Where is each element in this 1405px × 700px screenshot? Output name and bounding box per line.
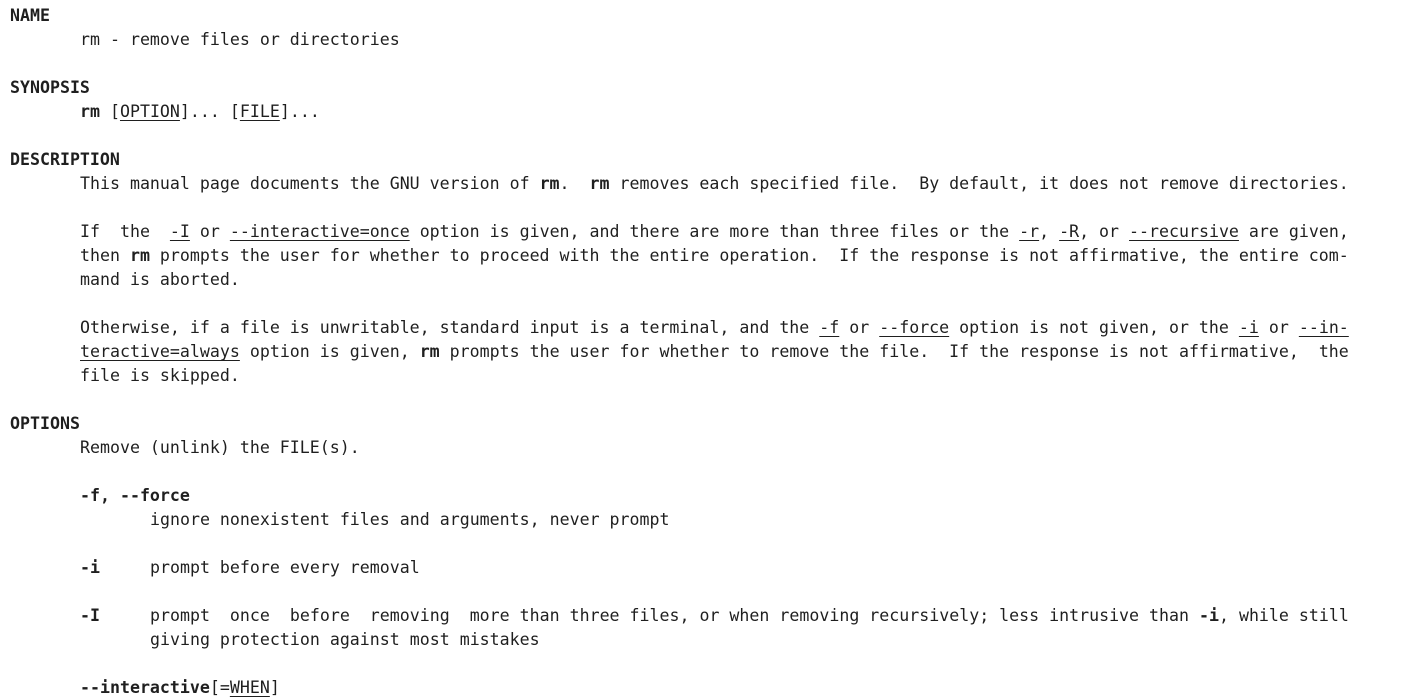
description-p3-line3: file is skipped. bbox=[80, 366, 240, 385]
text: removes each specified file. By default,… bbox=[609, 174, 1349, 193]
option-I-entry: -I prompt once before removing more than … bbox=[10, 604, 1349, 628]
text: are given, bbox=[1238, 222, 1349, 241]
text: or bbox=[839, 318, 880, 337]
option-force-flag: -f, --force bbox=[80, 486, 190, 505]
option-i-flag: -i bbox=[80, 558, 100, 577]
option-r: -r bbox=[1019, 222, 1040, 241]
synopsis-command: rm bbox=[80, 102, 100, 121]
synopsis-heading: SYNOPSIS bbox=[10, 78, 90, 97]
text: then bbox=[80, 246, 130, 265]
option-force: --force bbox=[879, 318, 950, 337]
description-p2-line2: then rm prompts the user for whether to … bbox=[10, 244, 1349, 268]
option-I-flag: -I bbox=[80, 606, 100, 625]
option-interactive-always-part2: teractive=always bbox=[80, 342, 240, 361]
option-I-desc: prompt once before removing more than th… bbox=[150, 604, 1349, 628]
text: This manual page documents the GNU versi… bbox=[80, 174, 540, 193]
synopsis-option-arg: OPTION bbox=[119, 102, 180, 121]
text: Otherwise, if a file is unwritable, stan… bbox=[80, 318, 820, 337]
text: prompts the user for whether to remove t… bbox=[439, 342, 1349, 361]
text: prompts the user for whether to proceed … bbox=[149, 246, 1349, 265]
text: or bbox=[189, 222, 230, 241]
text: ] bbox=[269, 678, 280, 697]
command-rm: rm bbox=[539, 174, 560, 193]
options-intro: Remove (unlink) the FILE(s). bbox=[80, 438, 360, 457]
option-force-desc: ignore nonexistent files and arguments, … bbox=[150, 510, 670, 529]
option-f: -f bbox=[819, 318, 840, 337]
option-i: -i bbox=[1238, 318, 1259, 337]
text: If the bbox=[80, 222, 170, 241]
command-rm: rm bbox=[419, 342, 440, 361]
option-interactive-always-part1: --in- bbox=[1298, 318, 1349, 337]
synopsis-file-arg: FILE bbox=[239, 102, 280, 121]
text: [= bbox=[209, 678, 230, 697]
text: , bbox=[1039, 222, 1060, 241]
description-p1-line1: This manual page documents the GNU versi… bbox=[10, 172, 1349, 196]
option-I-desc-line2: giving protection against most mistakes bbox=[150, 630, 540, 649]
option-interactive-entry: --interactive[=WHEN] bbox=[10, 676, 1349, 700]
option-i-entry: -i prompt before every removal bbox=[10, 556, 1349, 580]
option-i-ref: -i bbox=[1198, 606, 1219, 625]
text: option is given, bbox=[239, 342, 420, 361]
text: . bbox=[559, 174, 590, 193]
option-when-arg: WHEN bbox=[229, 678, 270, 697]
option-recursive: --recursive bbox=[1129, 222, 1239, 241]
synopsis-text: ]... [ bbox=[179, 102, 240, 121]
text: , while still bbox=[1218, 606, 1349, 625]
description-heading: DESCRIPTION bbox=[10, 150, 120, 169]
text: option is not given, or the bbox=[949, 318, 1239, 337]
text: option is given, and there are more than… bbox=[409, 222, 1020, 241]
description-p2-line3: mand is aborted. bbox=[80, 270, 240, 289]
description-p2-line1: If the -I or --interactive=once option i… bbox=[10, 220, 1349, 244]
command-rm: rm bbox=[589, 174, 610, 193]
option-R: -R bbox=[1059, 222, 1080, 241]
synopsis-text: [ bbox=[99, 102, 120, 121]
name-line: rm - remove files or directories bbox=[80, 30, 400, 49]
text: , or bbox=[1079, 222, 1130, 241]
command-rm: rm bbox=[129, 246, 150, 265]
synopsis-line: rm [OPTION]... [FILE]... bbox=[10, 100, 1349, 124]
text: prompt once before removing more than th… bbox=[150, 606, 1199, 625]
option-I: -I bbox=[169, 222, 190, 241]
option-interactive-once: --interactive=once bbox=[229, 222, 410, 241]
description-p3-line1: Otherwise, if a file is unwritable, stan… bbox=[10, 316, 1349, 340]
options-heading: OPTIONS bbox=[10, 414, 80, 433]
option-i-desc: prompt before every removal bbox=[150, 558, 420, 577]
text: or bbox=[1258, 318, 1299, 337]
synopsis-text: ]... bbox=[279, 102, 320, 121]
option-interactive-flag: --interactive bbox=[80, 678, 210, 697]
description-p3-line2: teractive=always option is given, rm pro… bbox=[10, 340, 1349, 364]
man-page: NAME rm - remove files or directories SY… bbox=[10, 4, 1349, 700]
name-heading: NAME bbox=[10, 6, 50, 25]
